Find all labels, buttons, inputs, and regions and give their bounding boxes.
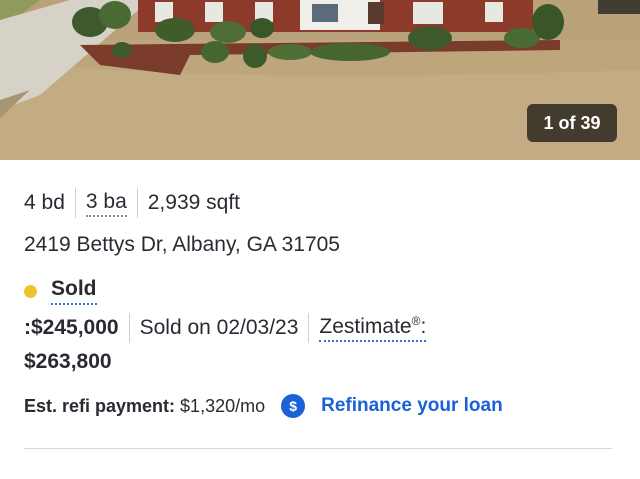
zestimate-colon: :	[420, 315, 427, 338]
sold-date: Sold on 02/03/23	[139, 316, 299, 339]
listing-status: Sold	[24, 277, 97, 305]
refi-label: Est. refi payment:	[24, 395, 176, 416]
beds-count: 4 bd	[24, 191, 65, 214]
divider	[74, 188, 76, 218]
divider	[128, 313, 130, 343]
dollar-circle-icon: $	[281, 394, 306, 418]
photo-counter-badge[interactable]: 1 of 39	[527, 104, 617, 142]
price-row: : $245,000 Sold on 02/03/23 Zestimate®:	[24, 311, 427, 345]
zestimate-link[interactable]: Zestimate®:	[319, 314, 427, 342]
refinance-link-text[interactable]: Refinance your loan	[321, 395, 503, 417]
sold-price: $245,000	[31, 316, 119, 339]
status-dot-icon	[24, 284, 37, 298]
divider	[136, 188, 138, 218]
refi-amount: $1,320/mo	[180, 395, 266, 416]
home-facts: 4 bd 3 ba 2,939 sqft	[24, 186, 240, 220]
property-address: 2419 Bettys Dr, Albany, GA 31705	[24, 233, 340, 256]
zestimate-value: $263,800	[24, 350, 112, 373]
baths-count[interactable]: 3 ba	[85, 190, 127, 217]
section-divider	[24, 448, 612, 449]
status-label[interactable]: Sold	[51, 277, 97, 305]
zestimate-label: Zestimate	[319, 315, 412, 338]
refi-row: Est. refi payment: $1,320/mo $ Refinance…	[24, 394, 503, 418]
divider	[308, 313, 310, 343]
refinance-link[interactable]: $ Refinance your loan	[281, 394, 503, 418]
sqft-count: 2,939 sqft	[147, 191, 240, 214]
price-prefix: :	[24, 316, 31, 339]
listing-photo[interactable]: 1 of 39	[0, 0, 640, 160]
